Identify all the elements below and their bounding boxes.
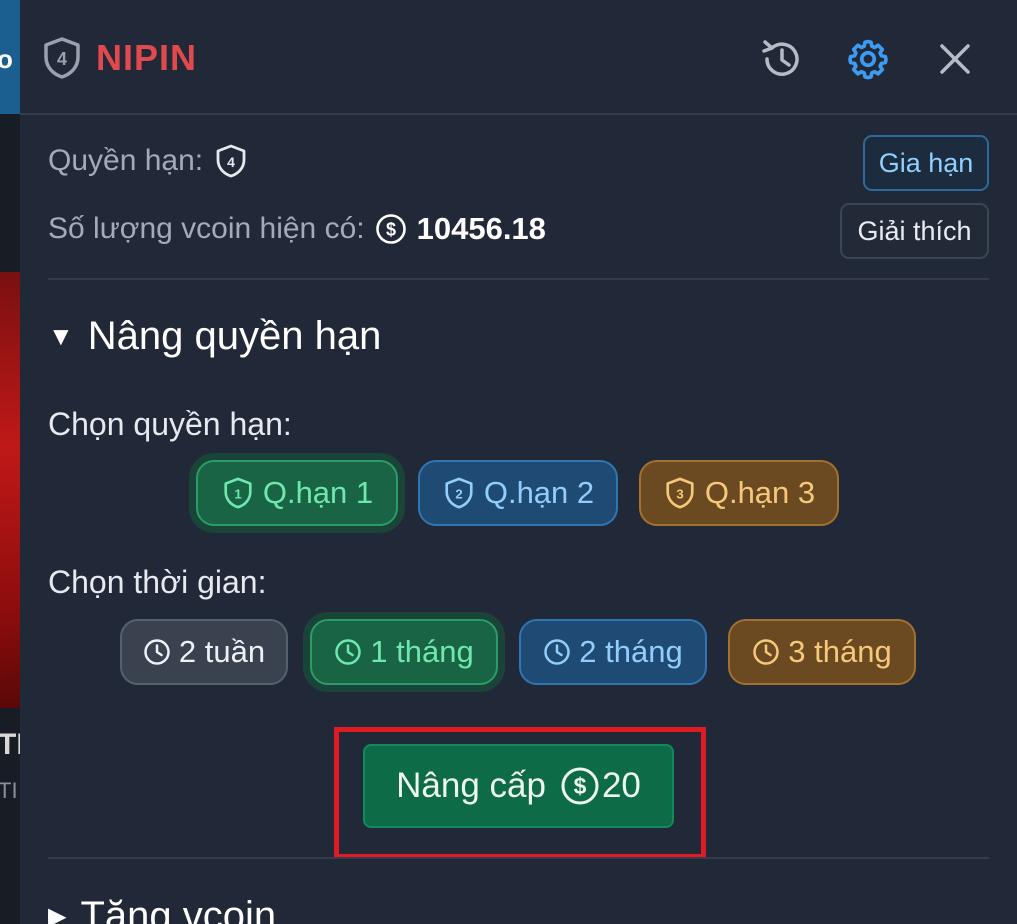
clock-icon xyxy=(144,639,170,665)
vcoin-balance: 10456.18 xyxy=(416,211,546,246)
vcoin-row: Số lượng vcoin hiện có: $ 10456.18 xyxy=(48,211,546,247)
background-page: o TI TI xyxy=(0,0,20,924)
clock-icon xyxy=(335,639,362,665)
tier-3-label: Q.hạn 3 xyxy=(704,475,816,510)
history-button[interactable] xyxy=(758,35,806,83)
upgrade-section-header[interactable]: ▼ Nâng quyền hạn xyxy=(48,314,381,359)
shield-1-icon: 1 xyxy=(224,477,252,509)
panel-header: 4 NIPIN xyxy=(20,0,1017,115)
nipin-panel: 4 NIPIN Quyền hạn: 4 Gia hạn Số lượng vc… xyxy=(20,0,1017,924)
settings-button[interactable] xyxy=(844,35,892,83)
tier-1-label: Q.hạn 1 xyxy=(262,475,374,510)
history-icon xyxy=(762,40,799,76)
background-subtitle: TI xyxy=(0,778,18,803)
permission-row: Quyền hạn: 4 xyxy=(48,143,249,179)
svg-text:2: 2 xyxy=(455,487,462,502)
background-text: o xyxy=(0,44,13,74)
duration-2-months-option[interactable]: 2 tháng xyxy=(519,619,707,685)
choose-time-label: Chọn thời gian: xyxy=(48,564,267,600)
background-banner: o xyxy=(0,0,20,114)
brand-name: NIPIN xyxy=(96,37,198,78)
clock-icon xyxy=(753,639,780,665)
duration-label: 1 tháng xyxy=(370,634,474,669)
svg-text:$: $ xyxy=(574,773,587,799)
shield-4-icon: 4 xyxy=(44,37,80,79)
dollar-coin-icon: $ xyxy=(375,214,406,244)
svg-text:1: 1 xyxy=(234,487,241,502)
close-button[interactable] xyxy=(931,35,979,83)
close-icon xyxy=(940,44,970,74)
divider xyxy=(48,278,989,280)
upgrade-price: $ 20 xyxy=(560,766,641,806)
duration-label: 2 tháng xyxy=(579,634,683,669)
divider xyxy=(48,857,989,859)
svg-text:4: 4 xyxy=(227,154,235,170)
duration-2-weeks-option[interactable]: 2 tuần xyxy=(120,619,288,685)
duration-3-months-option[interactable]: 3 tháng xyxy=(728,619,916,685)
svg-text:$: $ xyxy=(386,220,396,240)
choose-permission-label: Chọn quyền hạn: xyxy=(48,406,292,442)
duration-label: 3 tháng xyxy=(788,634,892,669)
explain-button[interactable]: Giải thích xyxy=(840,203,989,259)
vcoin-label: Số lượng vcoin hiện có: xyxy=(48,212,365,245)
caret-right-icon: ▶ xyxy=(48,903,67,924)
upgrade-button-label: Nâng cấp xyxy=(396,766,546,805)
shield-2-icon: 2 xyxy=(445,477,473,509)
upgrade-price-value: 20 xyxy=(601,766,641,805)
duration-1-month-option[interactable]: 1 tháng xyxy=(310,619,498,685)
svg-text:3: 3 xyxy=(676,487,683,502)
shield-3-icon: 3 xyxy=(666,477,694,509)
caret-down-icon: ▼ xyxy=(48,321,74,351)
upgrade-button[interactable]: Nâng cấp $ 20 xyxy=(363,744,674,828)
background-thumbnail xyxy=(0,272,20,708)
tier-2-option[interactable]: 2 Q.hạn 2 xyxy=(418,460,618,526)
tier-3-option[interactable]: 3 Q.hạn 3 xyxy=(639,460,839,526)
dollar-coin-icon: $ xyxy=(561,767,599,805)
background-title: TI xyxy=(0,728,20,761)
upgrade-section-title: Nâng quyền hạn xyxy=(87,314,382,358)
renew-button[interactable]: Gia hạn xyxy=(863,135,989,191)
permission-label: Quyền hạn: xyxy=(48,144,204,177)
shield-4-icon: 4 xyxy=(216,144,246,178)
tier-2-label: Q.hạn 2 xyxy=(483,475,595,510)
gear-icon xyxy=(848,39,888,80)
svg-text:4: 4 xyxy=(57,49,67,69)
clock-icon xyxy=(544,639,571,665)
gift-section-title: Tặng vcoin xyxy=(80,894,277,924)
gift-section-header[interactable]: ▶ Tặng vcoin xyxy=(48,894,276,924)
duration-label: 2 tuần xyxy=(178,634,266,669)
tier-1-option[interactable]: 1 Q.hạn 1 xyxy=(196,460,398,526)
